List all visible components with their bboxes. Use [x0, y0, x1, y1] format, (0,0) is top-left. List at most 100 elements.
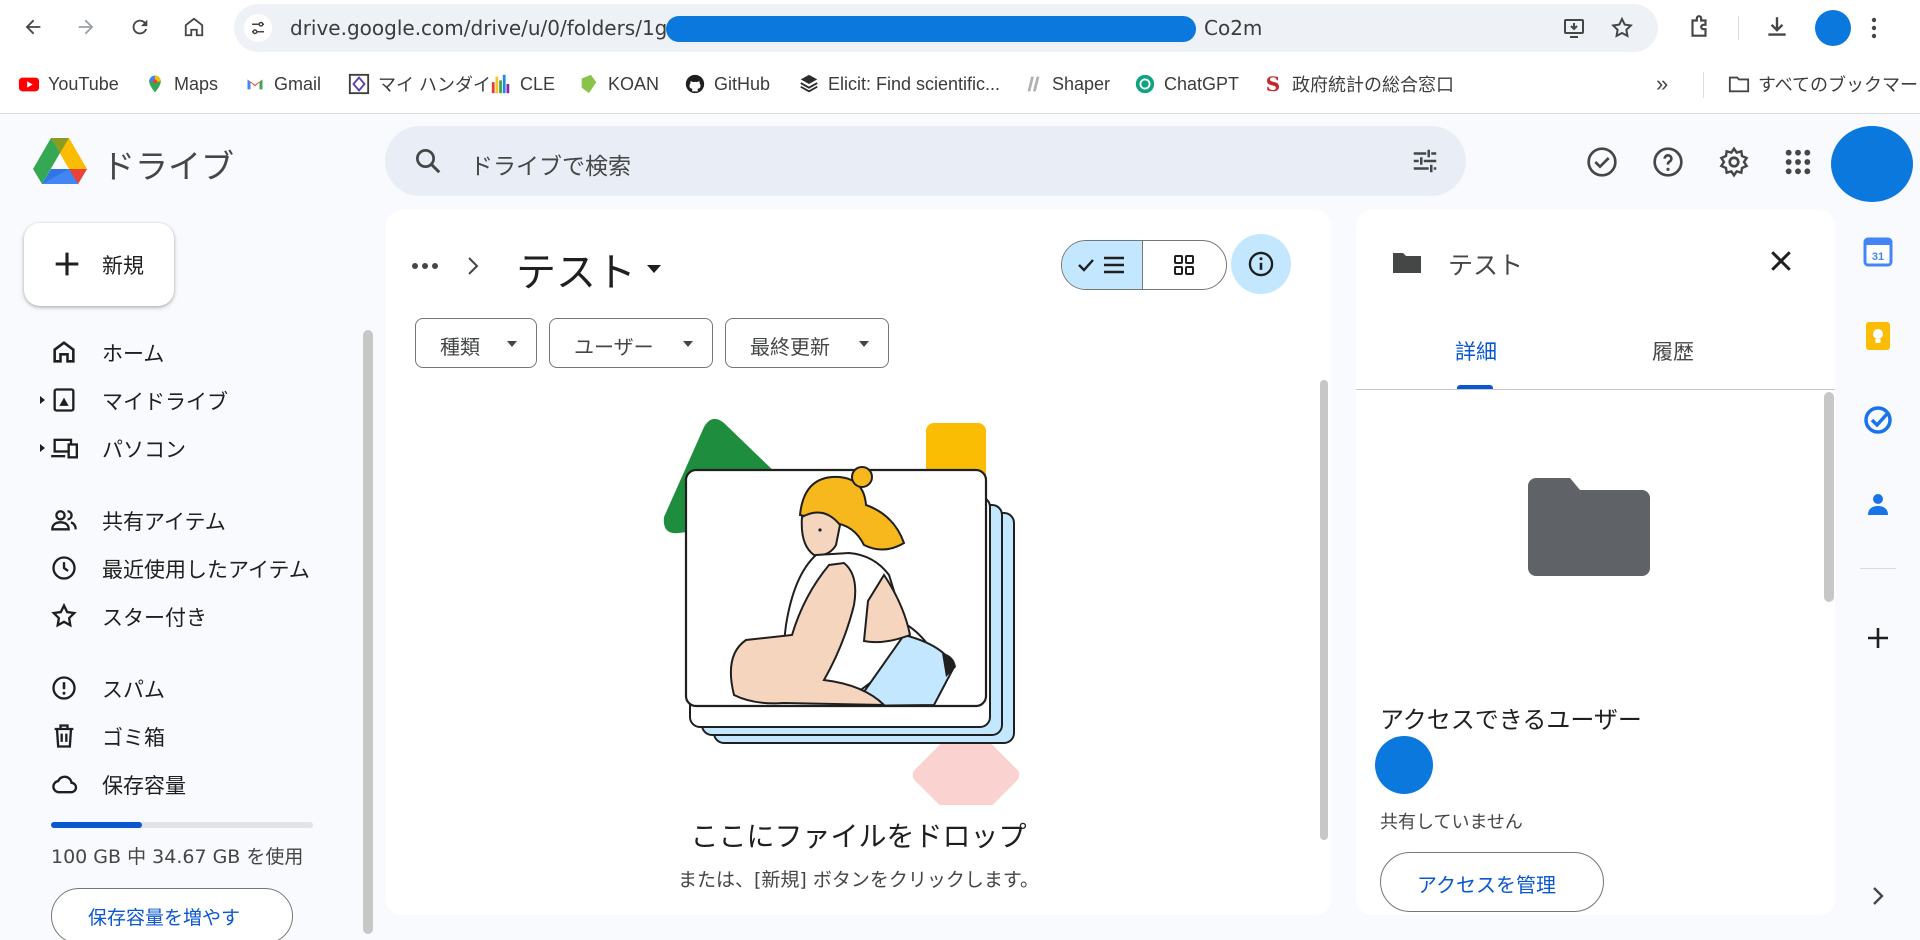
filter-modified-chip[interactable]: 最終更新: [725, 318, 889, 368]
extensions-icon[interactable]: [1686, 14, 1712, 40]
caret-right-icon[interactable]: [38, 442, 46, 454]
address-bar[interactable]: drive.google.com/drive/u/0/folders/1gDr …: [234, 4, 1658, 52]
storage-progress-bar: [51, 822, 313, 828]
bookmark-github[interactable]: GitHub: [684, 70, 770, 98]
download-icon[interactable]: [1764, 14, 1790, 40]
get-more-storage-button[interactable]: 保存容量を増やす: [51, 888, 293, 940]
install-app-icon[interactable]: [1562, 16, 1586, 40]
sidebar-item-shared[interactable]: 共有アイテム: [38, 500, 358, 540]
more-vert-icon[interactable]: [1862, 14, 1886, 42]
bookmark-cle[interactable]: CLE: [490, 70, 555, 98]
url-text-end: Co2m: [1204, 16, 1263, 40]
search-icon[interactable]: [413, 146, 443, 176]
app-title: ドライブ: [102, 147, 234, 186]
bookmark-my-handai[interactable]: マイ ハンダイ: [348, 70, 491, 98]
file-list-panel: テスト 種類 ユーザー 最終更新 ここにファイルをドロップ または、[新規] ボ…: [386, 210, 1331, 915]
access-title: アクセスできるユーザー: [1380, 706, 1642, 734]
browser-toolbar: drive.google.com/drive/u/0/folders/1gDr …: [0, 0, 1920, 56]
sidebar-item-trash[interactable]: ゴミ箱: [38, 716, 358, 756]
bookmarks-divider: [1703, 72, 1704, 98]
add-addon-icon[interactable]: [1862, 622, 1894, 654]
tab-details[interactable]: 詳細: [1455, 336, 1497, 366]
check-list-icon: [1078, 256, 1124, 274]
search-options-icon[interactable]: [1410, 146, 1440, 176]
bookmark-label: Maps: [174, 73, 219, 94]
details-scrollbar[interactable]: [1824, 392, 1834, 602]
tab-activity[interactable]: 履歴: [1652, 336, 1694, 366]
owner-avatar[interactable]: [1375, 736, 1433, 794]
home-outline-icon: [184, 17, 204, 37]
sidebar-item-computers[interactable]: パソコン: [38, 428, 358, 468]
help-icon[interactable]: [1652, 146, 1684, 178]
bookmark-gmail[interactable]: Gmail: [244, 70, 321, 98]
bookmark-elicit[interactable]: Elicit: Find scientific...: [798, 70, 1000, 98]
home-button[interactable]: [176, 9, 212, 45]
sidebar-item-spam[interactable]: スパム: [38, 668, 358, 708]
new-button[interactable]: 新規: [24, 223, 174, 306]
url-redaction: [666, 16, 1196, 42]
apps-grid-icon[interactable]: [1782, 146, 1814, 178]
drive-logo-icon[interactable]: [32, 136, 88, 186]
search-bar[interactable]: ドライブで検索: [385, 126, 1466, 196]
settings-gear-icon[interactable]: [1718, 146, 1750, 178]
forward-button[interactable]: [68, 9, 104, 45]
bookmark-youtube[interactable]: YouTube: [18, 70, 119, 98]
chevron-right-icon[interactable]: [1866, 884, 1890, 908]
bookmark-label: ChatGPT: [1164, 73, 1240, 94]
grid-view-button[interactable]: [1143, 241, 1226, 289]
chevron-right-icon: [468, 257, 479, 275]
site-info-icon[interactable]: [244, 14, 272, 42]
cloud-icon: [52, 775, 78, 794]
bookmark-star-icon[interactable]: [1610, 16, 1634, 40]
sidebar-item-starred[interactable]: スター付き: [38, 596, 358, 636]
profile-avatar[interactable]: [1815, 10, 1851, 46]
bookmark-chatgpt[interactable]: ChatGPT: [1134, 70, 1239, 98]
search-input[interactable]: ドライブで検索: [470, 147, 631, 181]
main-scrollbar[interactable]: [1320, 380, 1328, 840]
tasks-icon[interactable]: [1862, 404, 1894, 436]
new-button-label: 新規: [102, 254, 144, 278]
list-view-button[interactable]: [1062, 241, 1144, 289]
close-icon[interactable]: [1766, 246, 1796, 276]
bookmark-shaper[interactable]: Shaper: [1022, 70, 1110, 98]
svg-text:31: 31: [1872, 251, 1884, 263]
cle-icon: [490, 73, 512, 95]
bookmark-label: Gmail: [274, 73, 322, 94]
koan-icon: [578, 73, 600, 95]
account-avatar[interactable]: [1831, 126, 1913, 202]
contacts-icon[interactable]: [1862, 488, 1894, 520]
filter-label: ユーザー: [574, 335, 654, 359]
sidebar-scrollbar[interactable]: [363, 330, 373, 934]
back-button[interactable]: [15, 9, 51, 45]
details-title: テスト: [1448, 251, 1524, 280]
bookmarks-overflow-button[interactable]: »: [1656, 70, 1668, 98]
bookmark-estat[interactable]: S 政府統計の総合窓口: [1262, 70, 1454, 98]
sidebar-item-my-drive[interactable]: マイドライブ: [38, 380, 358, 420]
computers-icon: [51, 438, 78, 459]
offline-ready-icon[interactable]: [1586, 146, 1618, 178]
keep-icon[interactable]: [1862, 320, 1894, 352]
calendar-icon[interactable]: 31: [1862, 236, 1894, 268]
manage-access-label: アクセスを管理: [1417, 873, 1556, 897]
sidebar-item-storage[interactable]: 保存容量: [38, 764, 358, 804]
filter-type-chip[interactable]: 種類: [415, 318, 537, 368]
get-more-storage-label: 保存容量を増やす: [88, 907, 241, 929]
sidebar-item-home[interactable]: ホーム: [38, 332, 358, 372]
url-text: drive.google.com/drive/u/0/folders/1gDr: [290, 16, 691, 40]
grid-view-icon: [1174, 255, 1195, 275]
more-horiz-icon[interactable]: [411, 262, 439, 270]
bookmark-maps[interactable]: Maps: [144, 70, 218, 98]
details-toggle-button[interactable]: [1231, 234, 1291, 294]
bookmark-koan[interactable]: KOAN: [578, 70, 659, 98]
caret-down-icon: [859, 341, 869, 347]
breadcrumb-current-folder[interactable]: テスト: [516, 240, 662, 298]
reload-button[interactable]: [122, 9, 158, 45]
caret-right-icon[interactable]: [38, 394, 46, 406]
sidebar-item-label: パソコン: [102, 438, 186, 462]
manage-access-button[interactable]: アクセスを管理: [1380, 852, 1604, 912]
sidebar-item-recent[interactable]: 最近使用したアイテム: [38, 548, 358, 588]
bookmark-label: GitHub: [714, 73, 771, 94]
all-bookmarks-button[interactable]: すべてのブックマーク: [1728, 70, 1920, 98]
empty-folder-illustration: [663, 418, 1020, 805]
filter-people-chip[interactable]: ユーザー: [549, 318, 713, 368]
